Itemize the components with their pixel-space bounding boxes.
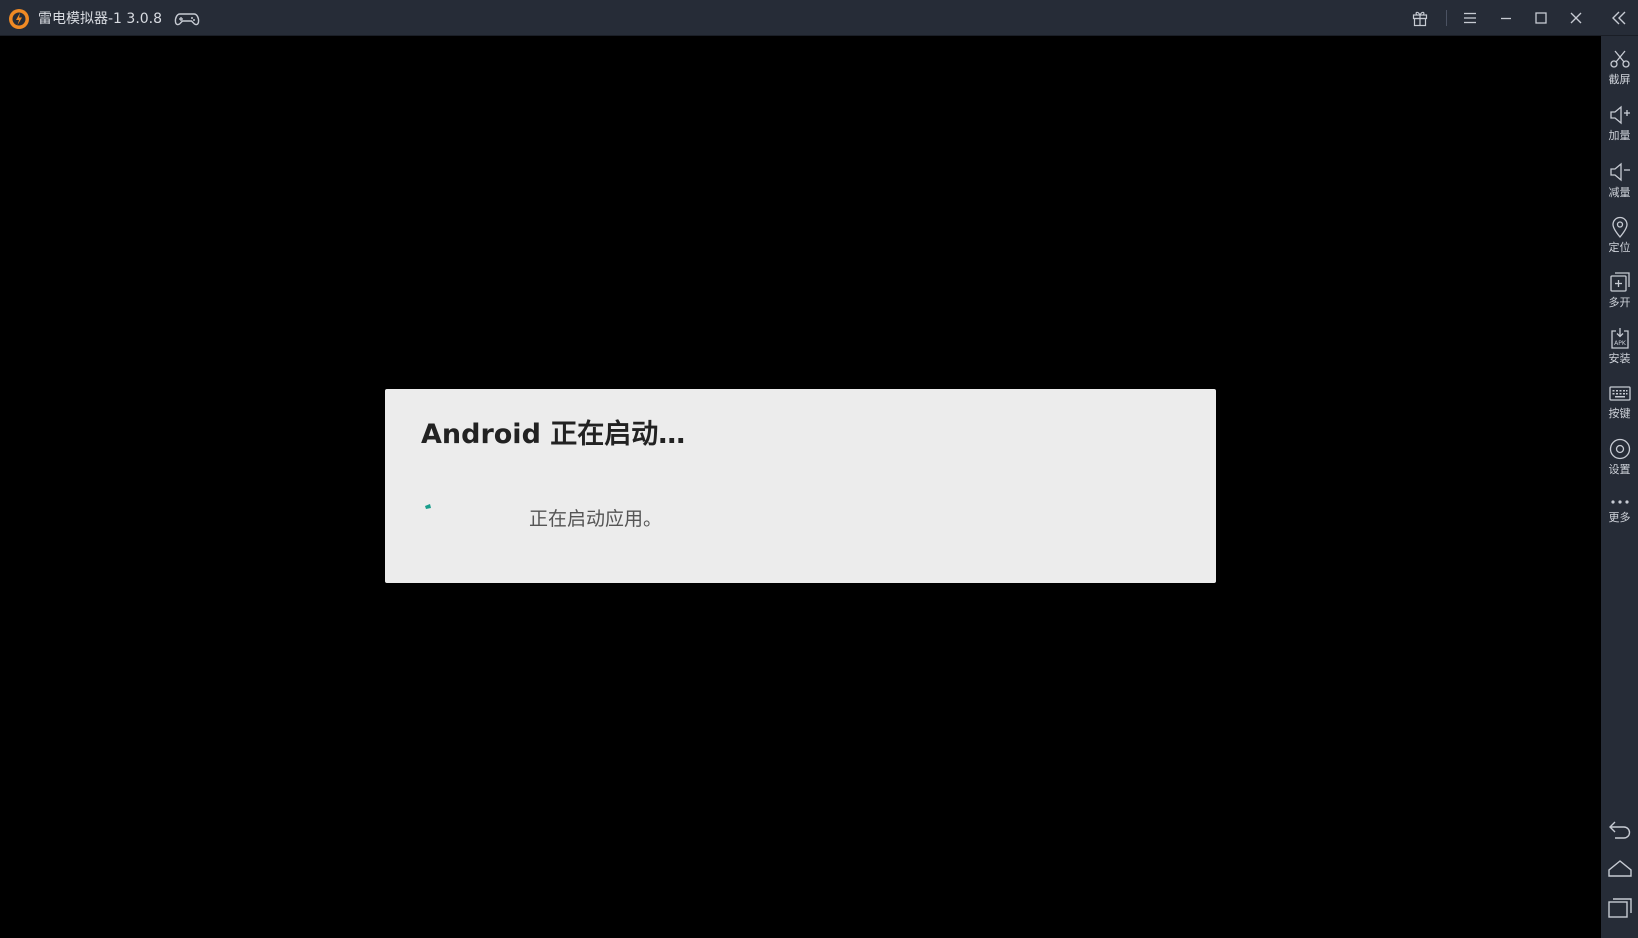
apk-install-icon: APK	[1611, 328, 1629, 349]
maximize-icon	[1535, 12, 1547, 24]
sidebar-item-label: 截屏	[1608, 73, 1631, 86]
sidebar-item-label: 加量	[1608, 129, 1631, 142]
multi-open-icon	[1610, 272, 1630, 292]
home-icon[interactable]	[1607, 855, 1633, 881]
gift-button[interactable]	[1408, 6, 1432, 30]
sidebar-item-label: 设置	[1608, 463, 1631, 476]
sidebar-item-more[interactable]: 更多	[1601, 483, 1638, 535]
right-toolbar: 截屏 加量 减量 定位 多开 APK 安装 按键 设置 更多	[1601, 36, 1638, 938]
svg-text:APK: APK	[1614, 340, 1627, 347]
title-bar: 雷电模拟器-1 3.0.8	[0, 0, 1638, 36]
sidebar-item-volume-down[interactable]: 减量	[1601, 153, 1638, 205]
loading-spinner-icon	[425, 504, 431, 509]
sidebar-item-label: 按键	[1608, 407, 1631, 420]
sidebar-item-label: 多开	[1608, 296, 1631, 309]
dialog-message: 正在启动应用。	[529, 508, 663, 530]
android-screen[interactable]: Android 正在启动… 正在启动应用。	[0, 36, 1601, 938]
collapse-sidebar-button[interactable]	[1606, 6, 1632, 30]
app-logo-icon	[9, 9, 29, 29]
volume-down-icon	[1610, 162, 1630, 182]
dialog-title: Android 正在启动…	[421, 419, 686, 450]
volume-up-icon	[1610, 105, 1630, 125]
sidebar-item-screenshot[interactable]: 截屏	[1601, 40, 1638, 92]
back-icon[interactable]	[1607, 816, 1633, 842]
sidebar-item-multi-open[interactable]: 多开	[1601, 263, 1638, 315]
sidebar-item-label: 定位	[1608, 241, 1631, 254]
location-icon	[1612, 216, 1628, 239]
close-icon	[1570, 12, 1582, 24]
maximize-button[interactable]	[1529, 6, 1553, 30]
scissors-icon	[1610, 50, 1630, 68]
keyboard-icon	[1609, 386, 1631, 401]
sidebar-item-location[interactable]: 定位	[1601, 208, 1638, 260]
menu-icon	[1464, 12, 1476, 24]
sidebar-item-label: 安装	[1608, 352, 1631, 365]
sidebar-item-label: 更多	[1608, 511, 1631, 524]
sidebar-item-volume-up[interactable]: 加量	[1601, 96, 1638, 148]
sidebar-item-settings[interactable]: 设置	[1601, 430, 1638, 482]
titlebar-separator	[1446, 10, 1447, 26]
sidebar-item-install-apk[interactable]: APK 安装	[1601, 319, 1638, 371]
settings-icon	[1609, 438, 1631, 460]
minimize-icon	[1501, 17, 1511, 20]
sidebar-item-keymapping[interactable]: 按键	[1601, 374, 1638, 426]
menu-button[interactable]	[1458, 6, 1482, 30]
close-button[interactable]	[1564, 6, 1588, 30]
emulator-window: 雷电模拟器-1 3.0.8 Android 正在启动… 正在启动应用。 截屏 加…	[0, 0, 1638, 938]
collapse-sidebar-icon	[1612, 11, 1626, 25]
recents-icon[interactable]	[1607, 895, 1633, 921]
boot-dialog: Android 正在启动… 正在启动应用。	[385, 389, 1216, 583]
window-title: 雷电模拟器-1 3.0.8	[38, 11, 163, 27]
minimize-button[interactable]	[1494, 6, 1518, 30]
gamepad-icon[interactable]	[174, 9, 200, 29]
gift-icon	[1412, 11, 1428, 27]
sidebar-item-label: 减量	[1608, 186, 1631, 199]
